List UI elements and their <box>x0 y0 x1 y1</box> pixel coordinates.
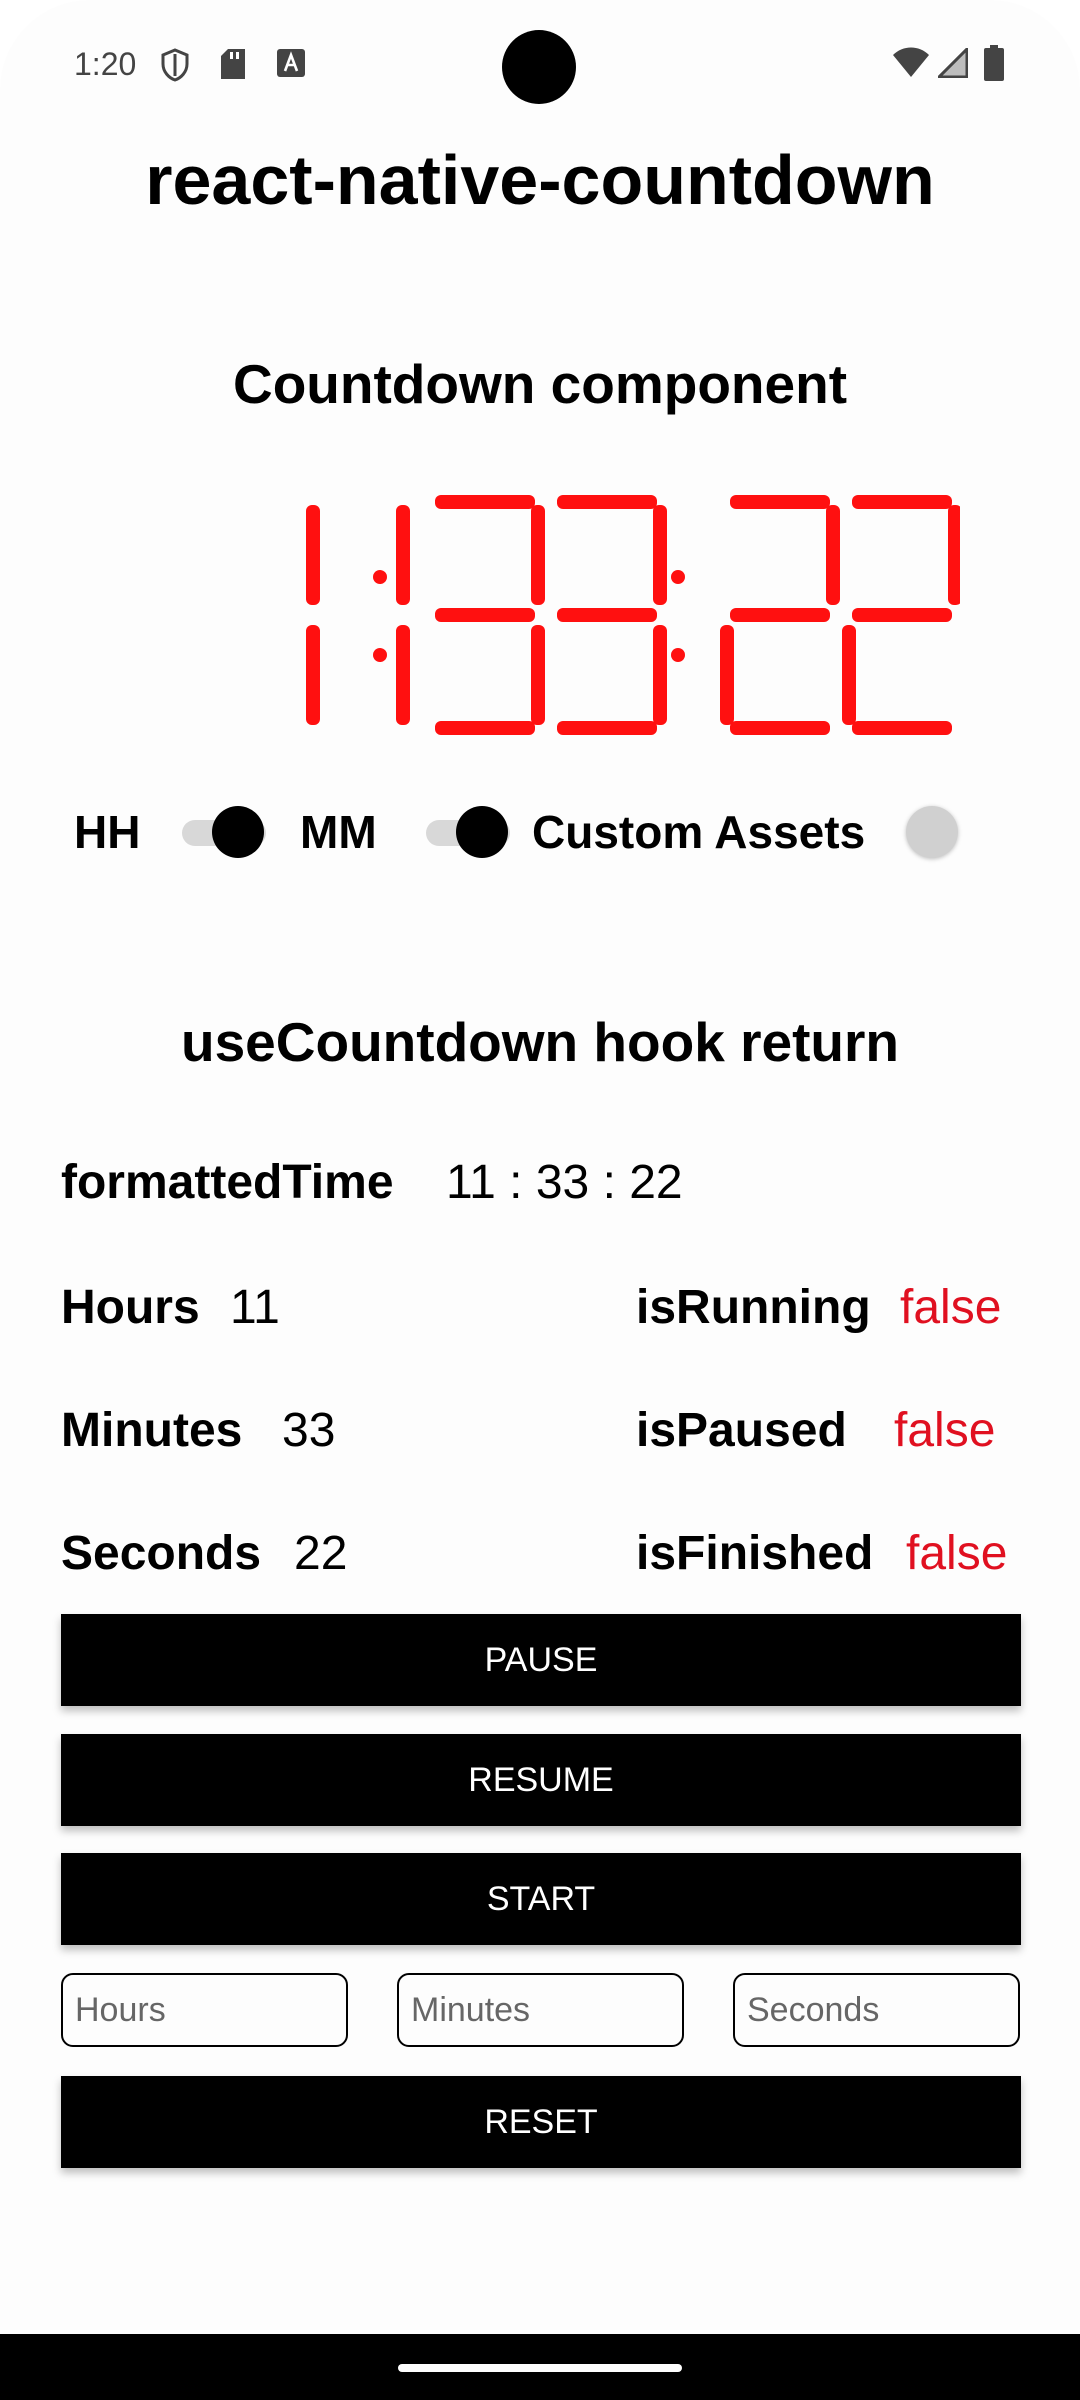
digit-0-segment-c <box>306 625 320 725</box>
digit-5-segment-g <box>852 608 952 622</box>
hook-heading: useCountdown hook return <box>180 1011 899 1073</box>
digit-5-segment-b <box>948 505 962 605</box>
colon-0-dot-1 <box>373 648 387 662</box>
formatted-time-key: formattedTime <box>61 1156 394 1209</box>
switch-thumb <box>906 806 958 858</box>
switch-thumb <box>212 806 264 858</box>
digit-3-segment-a <box>557 495 657 509</box>
pause-button[interactable]: PAUSE <box>61 1614 1021 1706</box>
digit-0-segment-b <box>306 505 320 605</box>
digit-1-segment-b <box>396 505 410 605</box>
digit-4-segment-b <box>826 505 840 605</box>
switch-thumb <box>456 806 508 858</box>
start-button[interactable]: START <box>61 1853 1021 1945</box>
minutes-value: 33 <box>282 1404 336 1457</box>
digit-3-segment-c <box>653 625 667 725</box>
reset-button[interactable]: RESET <box>61 2076 1021 2168</box>
mm-switch[interactable] <box>426 806 516 858</box>
digit-4-segment-g <box>730 608 830 622</box>
digit-2-segment-g <box>435 608 535 622</box>
is-finished-key: isFinished <box>636 1527 874 1580</box>
wifi-icon <box>892 46 930 83</box>
resume-button[interactable]: RESUME <box>61 1734 1021 1826</box>
shield-icon <box>160 48 190 87</box>
is-running-key: isRunning <box>636 1281 871 1334</box>
is-running-value: false <box>900 1281 1002 1334</box>
hours-input[interactable] <box>61 1973 348 2047</box>
digit-3-segment-d <box>557 721 657 735</box>
toggle-label-mm: MM <box>300 806 377 858</box>
is-paused-key: isPaused <box>636 1404 847 1457</box>
digit-2-segment-c <box>531 625 545 725</box>
digit-5-segment-d <box>852 721 952 735</box>
status-time: 1:20 <box>74 46 137 82</box>
hours-key: Hours <box>61 1281 200 1334</box>
countdown-component-heading: Countdown component <box>232 353 848 415</box>
digit-2-segment-b <box>531 505 545 605</box>
minutes-input[interactable] <box>397 1973 684 2047</box>
seconds-key: Seconds <box>61 1527 262 1580</box>
digit-3-segment-g <box>557 608 657 622</box>
colon-1-dot-1 <box>671 648 685 662</box>
seven-segment-display <box>306 495 962 735</box>
digit-3-segment-b <box>653 505 667 605</box>
signal-icon <box>935 45 969 83</box>
digit-4-segment-a <box>730 495 830 509</box>
seconds-input[interactable] <box>733 1973 1020 2047</box>
camera-cutout <box>502 30 576 104</box>
formatted-time-value: 11 : 33 : 22 <box>446 1156 683 1209</box>
toggle-label-hh: HH <box>74 806 141 858</box>
colon-1-dot-0 <box>671 570 685 584</box>
is-finished-value: false <box>906 1527 1008 1580</box>
battery-icon <box>984 45 1004 86</box>
hours-value: 11 <box>230 1281 280 1334</box>
home-indicator[interactable] <box>398 2364 682 2372</box>
countdown-clock <box>200 485 962 745</box>
digit-4-segment-e <box>720 625 734 725</box>
minutes-key: Minutes <box>61 1404 243 1457</box>
status-bar: 1:20 <box>0 0 1080 130</box>
sd-card-icon <box>220 48 246 85</box>
seconds-value: 22 <box>294 1527 348 1580</box>
hh-switch[interactable] <box>182 806 272 858</box>
digit-1-segment-c <box>396 625 410 725</box>
toggle-label-custom-assets: Custom Assets <box>532 806 866 858</box>
is-paused-value: false <box>894 1404 996 1457</box>
digit-2-segment-d <box>435 721 535 735</box>
keyboard-a-icon <box>276 48 306 83</box>
colon-0-dot-0 <box>373 570 387 584</box>
digit-5-segment-e <box>842 625 856 725</box>
custom-assets-switch[interactable] <box>906 806 996 858</box>
digit-2-segment-a <box>435 495 535 509</box>
app-title: react-native-countdown <box>145 141 935 219</box>
app-screen: 1:20 react-native-countdown Countdown co… <box>0 0 1080 2400</box>
digit-4-segment-d <box>730 721 830 735</box>
digit-5-segment-a <box>852 495 952 509</box>
